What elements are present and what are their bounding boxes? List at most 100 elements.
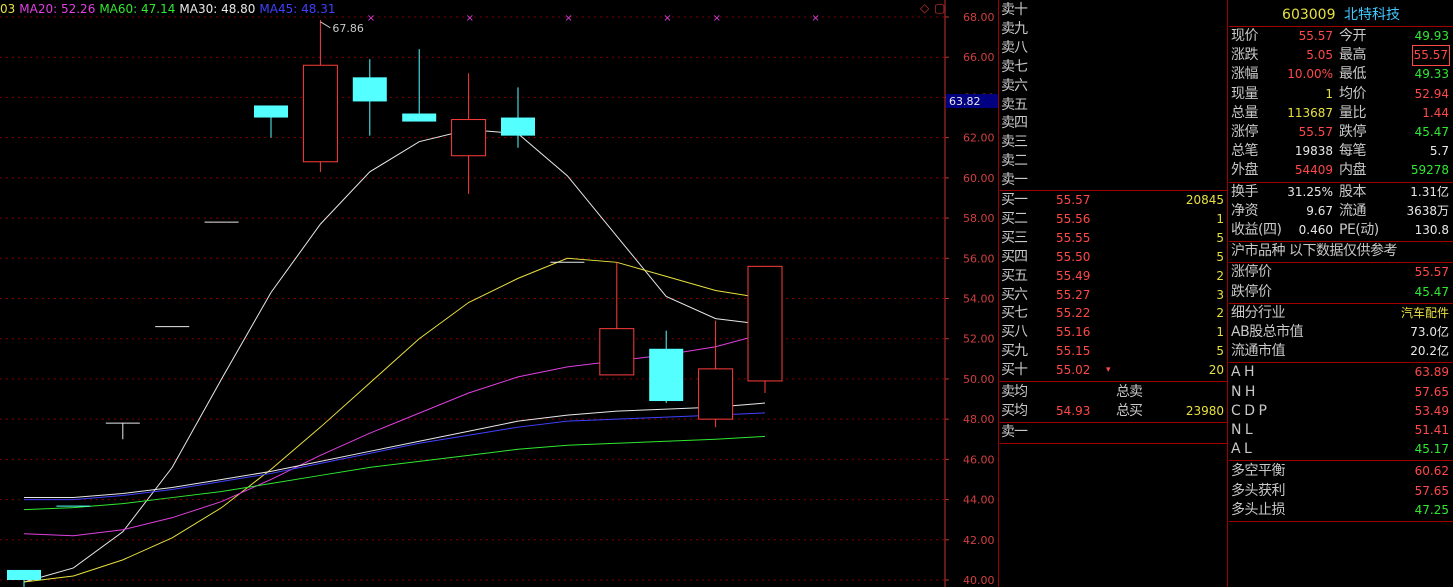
buy-avg-row: 买均 54.93 总买 23980 [1000,402,1228,420]
quote-value: 5.7 [1429,144,1449,159]
bid-volume: 1 [1216,325,1224,340]
ask-row[interactable]: 卖二 [1000,152,1228,170]
bid-price: 55.57 [1056,193,1091,207]
candle-body[interactable] [649,348,684,402]
quote-value: 52.94 [1414,86,1449,101]
ask-label: 卖七 [1001,58,1028,75]
ask-row[interactable]: 卖五 [1000,96,1228,114]
bid-row[interactable]: 买八 55.16 1 [1000,323,1228,341]
quote-key: AB股总市值 [1231,324,1304,340]
quote-key: 流通 [1339,202,1367,219]
ask-row[interactable]: 卖四 [1000,114,1228,132]
balance-row: 多头获利 57.65 [1229,482,1453,501]
quote-key: 均价 [1339,85,1367,102]
stock-code: 603009 [1282,7,1336,23]
buy-avg-label: 买均 [1001,402,1028,419]
ask-row[interactable]: 卖十 [1000,1,1228,19]
bid-volume: 2 [1216,306,1224,321]
quote-key: C D P [1231,402,1267,419]
candle-body[interactable] [698,368,734,420]
quote-value: 57.65 [1414,384,1449,399]
y-tick-label: 40.00 [963,574,995,587]
quote-value: 5.05 [1306,48,1333,63]
bid-price: 55.27 [1056,287,1091,302]
ask-row[interactable]: 卖九 [1000,20,1228,38]
quote-row: 涨跌 5.05 最高 55.57 [1229,45,1453,67]
sell-avg-row: 卖均 总卖 [1000,383,1228,401]
ask-row[interactable]: 卖六 [1000,77,1228,95]
y-tick-label: 66.00 [963,51,995,64]
bid-price: 55.56 [1056,211,1091,226]
quote-key: 总量 [1231,104,1259,121]
quote-value: 49.33 [1414,67,1449,82]
diamond-icon[interactable]: ◇ [920,1,929,15]
ask-label: 卖五 [1001,96,1028,113]
candle-body[interactable] [7,569,41,580]
kline-chart[interactable]: 68.0066.0064.0062.0060.0058.0056.0054.00… [0,0,1000,587]
limit-row: 跌停价 45.47 [1229,283,1453,302]
quote-row: 现量 1 均价 52.94 [1229,85,1453,104]
quote-value: 54409 [1294,163,1333,178]
candle-body[interactable] [352,77,387,102]
bid-row[interactable]: 买六 55.27 3 [1000,286,1228,304]
y-tick-label: 56.00 [963,252,995,265]
down-marker-icon: ▾ [1106,365,1111,376]
quote-value: 45.47 [1414,284,1449,299]
bid-row[interactable]: 买一 55.57 20845 [1000,191,1228,209]
candle-body[interactable] [402,113,437,122]
bid-price: 55.55 [1056,230,1091,245]
indicator-row: A L 45.17 [1229,440,1453,459]
quote-row: 收益(四) 0.460 PE(动) 130.8 [1229,221,1453,240]
ma-line [24,412,766,501]
ask-row[interactable]: 卖三 [1000,133,1228,151]
candle-body[interactable] [501,117,535,136]
window-toggle-icon[interactable]: ▢ [934,1,945,15]
candle-body[interactable] [451,119,487,157]
quote-panel: 603009 北特科技 现价 55.57 今开 49.93 涨跌 5.05 最高 55.57 涨… [1229,0,1453,587]
bid-row[interactable]: 买四 55.50 5 [1000,248,1228,266]
quote-key: 涨停 [1231,124,1259,140]
bid-row[interactable]: 买七 55.22 2 [1000,304,1228,322]
ask-row[interactable]: 卖八 [1000,39,1228,57]
indicator-row: N L 51.41 [1229,421,1453,440]
ask-label: 卖三 [1001,134,1028,151]
quote-value: 19838 [1294,144,1333,159]
quote-key: 涨幅 [1231,66,1259,83]
ask-label: 卖九 [1001,20,1028,37]
candle-body[interactable] [747,265,783,382]
candle-body[interactable] [302,64,338,163]
ma-legend-item: MA60: 47.14 [99,2,176,16]
quote-key: 净资 [1231,202,1259,219]
stock-name: 北特科技 [1343,7,1400,23]
bid-row[interactable]: 买九 55.15 5 [1000,342,1228,360]
sell-avg-label: 卖均 [1001,384,1028,400]
bid-label: 买十 [1001,362,1028,379]
quote-value: 47.25 [1414,502,1449,517]
bid-row[interactable]: 买二 55.56 1 [1000,210,1228,228]
candle-body[interactable] [254,105,288,118]
bid-row[interactable]: 买三 55.55 5 [1000,229,1228,247]
bid-row[interactable]: 买五 55.49 2 [1000,267,1228,285]
ask-label: 卖四 [1001,115,1028,132]
quote-row: 外盘 54409 内盘 59278 [1229,161,1453,180]
ma-legend: 03 MA20: 52.26 MA60: 47.14 MA30: 48.80 MA45:… [0,2,339,16]
bid-price: 55.02 [1056,363,1091,378]
quote-key: 多空平衡 [1231,463,1286,480]
signal-marker: × [663,13,671,24]
quote-value: 130.8 [1414,223,1449,237]
signal-marker: × [466,13,474,24]
quote-value: 55.57 [1298,125,1333,139]
candle-body[interactable] [599,328,635,376]
ma-legend-item: MA30: 48.80 [179,2,256,16]
quote-value: 45.47 [1414,125,1449,139]
kline-svg[interactable]: 68.0066.0064.0062.0060.0058.0056.0054.00… [0,0,1000,587]
candle-body[interactable] [56,505,91,507]
bid-row[interactable]: 买十 55.02 ▾ 20 [1000,361,1228,379]
y-tick-label: 54.00 [963,293,995,306]
ask-row[interactable]: 卖一 [1000,171,1228,189]
ask-row[interactable]: 卖七 [1000,58,1228,76]
sell-total-label: 总卖 [1116,384,1143,400]
signal-marker: × [713,13,721,24]
market-note: 沪市品种 以下数据仅供参考 [1229,242,1453,261]
bid-label: 买六 [1001,286,1028,303]
